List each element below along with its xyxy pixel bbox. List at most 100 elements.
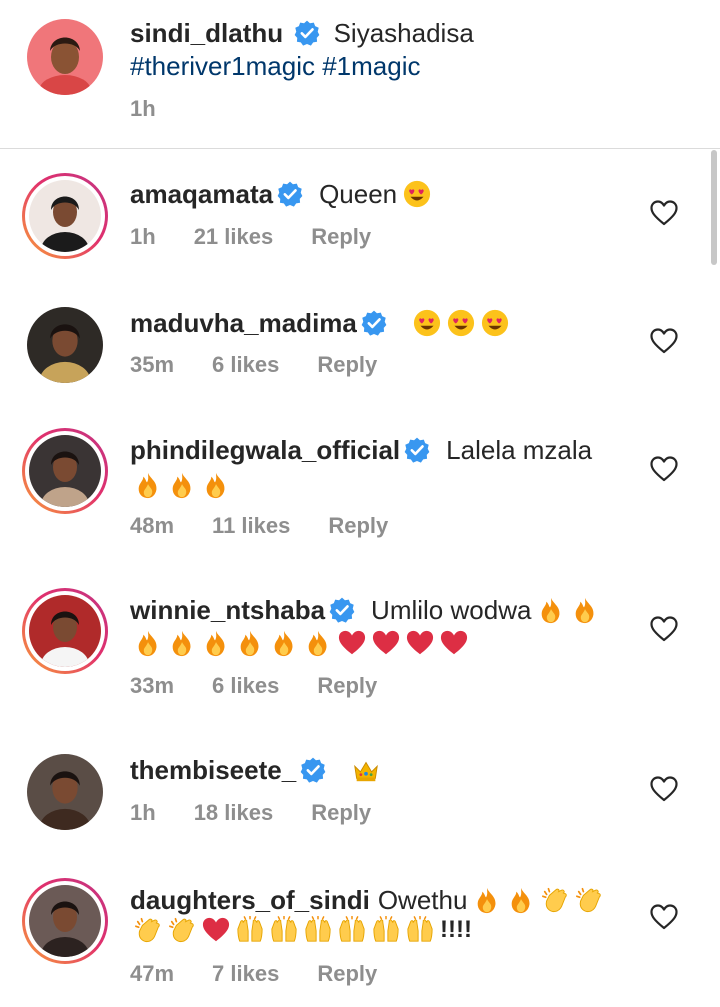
reply-button[interactable]: Reply xyxy=(311,800,371,825)
raised-hands-emoji-icon xyxy=(304,915,332,945)
avatar-thembiseete-[interactable] xyxy=(22,749,108,835)
comment-line-2: !!!! xyxy=(134,915,472,949)
comment-suffix: !!!! xyxy=(440,916,472,943)
timestamp: 35m xyxy=(130,352,175,377)
like-heart-icon[interactable] xyxy=(650,328,678,354)
username[interactable]: sindi_dlathu xyxy=(130,18,283,48)
avatar-maduvha-madima[interactable] xyxy=(22,302,108,388)
caption-hashtags[interactable]: #theriver1magic #1magic xyxy=(130,49,420,83)
avatar-amaqamata[interactable] xyxy=(22,173,108,259)
avatar-winnie-ntshaba[interactable] xyxy=(22,588,108,674)
fire-emoji-icon xyxy=(270,628,298,658)
comment-line-1: winnie_ntshaba Umlilo wodwa xyxy=(130,593,605,627)
post-caption: sindi_dlathu Siyashadisa #theriver1magic… xyxy=(0,0,720,148)
fire-emoji-icon xyxy=(473,885,501,915)
caption-text: Siyashadisa xyxy=(333,18,474,48)
reply-button[interactable]: Reply xyxy=(328,513,388,538)
like-heart-icon[interactable] xyxy=(650,456,678,482)
heart-eyes-emoji-icon xyxy=(413,308,441,338)
comment-meta: 1h 18 likes Reply xyxy=(130,799,409,827)
caption-meta: 1h xyxy=(130,95,194,123)
timestamp: 47m xyxy=(130,961,175,986)
timestamp: 1h xyxy=(130,96,156,121)
comment-emojis xyxy=(537,595,605,625)
scrollbar[interactable] xyxy=(711,150,717,265)
comment-text: Lalela mzala xyxy=(446,435,593,465)
red-heart-emoji-icon xyxy=(338,628,366,658)
timestamp: 1h xyxy=(130,800,156,825)
comment-username[interactable]: maduvha_madima xyxy=(130,308,357,338)
reply-button[interactable]: Reply xyxy=(317,961,377,986)
like-heart-icon[interactable] xyxy=(650,200,678,226)
comment-line-2 xyxy=(134,628,474,662)
comment-meta: 35m 6 likes Reply xyxy=(130,351,415,379)
likes-count[interactable]: 18 likes xyxy=(194,800,274,825)
likes-count[interactable]: 6 likes xyxy=(212,673,279,698)
comment-username[interactable]: thembiseete_ xyxy=(130,755,296,785)
like-heart-icon[interactable] xyxy=(650,616,678,642)
comment-username[interactable]: winnie_ntshaba xyxy=(130,595,325,625)
comment-meta: 1h 21 likes Reply xyxy=(130,223,409,251)
like-heart-icon[interactable] xyxy=(650,776,678,802)
comment-line-1: phindilegwala_official Lalela mzala xyxy=(130,433,594,467)
comment-meta: 48m 11 likes Reply xyxy=(130,512,426,540)
verified-badge-icon xyxy=(329,597,355,623)
comment-username[interactable]: phindilegwala_official xyxy=(130,435,400,465)
verified-badge-icon xyxy=(404,437,430,463)
fire-emoji-icon xyxy=(537,595,565,625)
comment-emojis xyxy=(473,885,609,915)
raised-hands-emoji-icon xyxy=(236,915,264,945)
comment-emojis xyxy=(352,755,386,785)
raised-hands-emoji-icon xyxy=(338,915,366,945)
heart-eyes-emoji-icon xyxy=(481,308,509,338)
fire-emoji-icon xyxy=(134,470,162,500)
comment-meta: 47m 7 likes Reply xyxy=(130,960,415,988)
clap-emoji-icon xyxy=(541,885,569,915)
avatar-sindi-dlathu[interactable] xyxy=(22,14,108,100)
red-heart-emoji-icon xyxy=(440,628,468,658)
comment-line-2 xyxy=(134,470,236,504)
reply-button[interactable]: Reply xyxy=(311,224,371,249)
heart-eyes-emoji-icon xyxy=(403,179,431,209)
avatar-daughters-of-sindi[interactable] xyxy=(22,878,108,964)
fire-emoji-icon xyxy=(304,628,332,658)
heart-eyes-emoji-icon xyxy=(447,308,475,338)
fire-emoji-icon xyxy=(202,628,230,658)
divider xyxy=(0,148,720,149)
likes-count[interactable]: 21 likes xyxy=(194,224,274,249)
clap-emoji-icon xyxy=(168,915,196,945)
like-heart-icon[interactable] xyxy=(650,904,678,930)
comment-meta: 33m 6 likes Reply xyxy=(130,672,415,700)
fire-emoji-icon xyxy=(571,595,599,625)
timestamp: 33m xyxy=(130,673,175,698)
avatar-phindilegwala-official[interactable] xyxy=(22,428,108,514)
comment-username[interactable]: daughters_of_sindi xyxy=(130,885,370,915)
clap-emoji-icon xyxy=(134,915,162,945)
raised-hands-emoji-icon xyxy=(270,915,298,945)
reply-button[interactable]: Reply xyxy=(317,352,377,377)
likes-count[interactable]: 11 likes xyxy=(212,513,290,538)
comment-username[interactable]: amaqamata xyxy=(130,179,273,209)
crown-emoji-icon xyxy=(352,755,380,785)
caption-line-1: sindi_dlathu Siyashadisa xyxy=(130,16,474,50)
comment-line-1: maduvha_madima xyxy=(130,306,515,340)
likes-count[interactable]: 7 likes xyxy=(212,961,279,986)
comment-text: Owethu xyxy=(377,885,468,915)
raised-hands-emoji-icon xyxy=(406,915,434,945)
red-heart-emoji-icon xyxy=(372,628,400,658)
comment-line-1: thembiseete_ xyxy=(130,753,386,787)
comment-line-1: daughters_of_sindi Owethu xyxy=(130,883,609,917)
verified-badge-icon xyxy=(294,20,320,46)
reply-button[interactable]: Reply xyxy=(317,673,377,698)
fire-emoji-icon xyxy=(202,470,230,500)
likes-count[interactable]: 6 likes xyxy=(212,352,279,377)
timestamp: 1h xyxy=(130,224,156,249)
verified-badge-icon xyxy=(361,310,387,336)
fire-emoji-icon xyxy=(168,470,196,500)
fire-emoji-icon xyxy=(236,628,264,658)
fire-emoji-icon xyxy=(168,628,196,658)
comment-line-1: amaqamata Queen xyxy=(130,177,437,211)
verified-badge-icon xyxy=(300,757,326,783)
comment-text: Queen xyxy=(319,179,398,209)
fire-emoji-icon xyxy=(134,628,162,658)
